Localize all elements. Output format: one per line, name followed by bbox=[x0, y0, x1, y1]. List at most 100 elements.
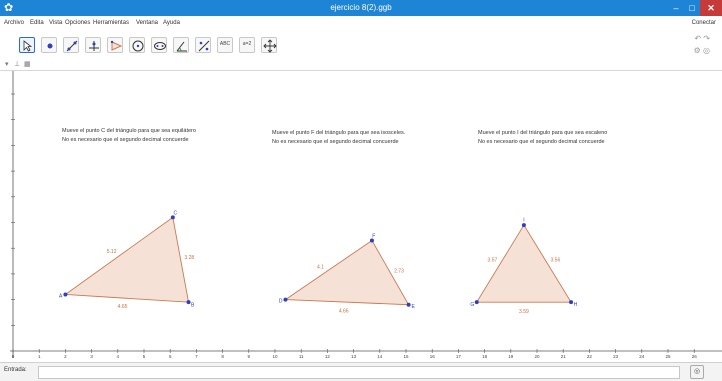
x-tick-label: 24 bbox=[639, 354, 645, 358]
x-tick-label: 4 bbox=[117, 354, 120, 358]
y-ticks: 1234567891011 bbox=[10, 71, 15, 328]
instruction-1: Mueve el punto C del triángulo para que … bbox=[62, 128, 196, 143]
point-label: F bbox=[372, 233, 375, 239]
input-field[interactable] bbox=[38, 366, 680, 379]
side-length-label: 2.73 bbox=[394, 268, 404, 274]
input-label: Entrada: bbox=[4, 367, 27, 373]
triangle-1[interactable]: 4.65 3.28 5.12 A B C bbox=[59, 211, 195, 311]
instruction-3-line2: No es necesario que el segundo decimal c… bbox=[478, 139, 605, 145]
x-tick-label: 20 bbox=[534, 354, 540, 358]
text-icon: ABC bbox=[218, 41, 232, 47]
side-length-label: 4.65 bbox=[118, 304, 128, 310]
close-button[interactable]: ✕ bbox=[700, 0, 722, 16]
toolbar: ABC a=2 bbox=[0, 30, 722, 60]
x-tick-label: 22 bbox=[587, 354, 593, 358]
angle-tool[interactable] bbox=[173, 37, 189, 53]
triangle-3[interactable]: 3.59 3.56 3.57 G H I bbox=[470, 218, 577, 316]
point-G[interactable] bbox=[475, 300, 479, 304]
x-tick-label: 1 bbox=[38, 354, 41, 358]
x-tick-label: 18 bbox=[482, 354, 488, 358]
polygon-tool[interactable] bbox=[107, 37, 123, 53]
slider-icon: a=2 bbox=[240, 41, 254, 47]
menu-archivo[interactable]: Archivo bbox=[4, 19, 24, 27]
point-I[interactable] bbox=[522, 223, 526, 227]
slider-tool[interactable]: a=2 bbox=[239, 37, 255, 53]
point-label: A bbox=[59, 293, 63, 299]
x-tick-label: 15 bbox=[403, 354, 409, 358]
circle-tool[interactable] bbox=[129, 37, 145, 53]
line-tool[interactable] bbox=[63, 37, 79, 53]
polygon-icon bbox=[109, 39, 123, 53]
instruction-3-line1: Mueve el punto I del triángulo para que … bbox=[478, 130, 607, 136]
x-tick-label: 12 bbox=[325, 354, 331, 358]
menu-bar: Archivo Edita Vista Opciones Herramienta… bbox=[0, 17, 722, 29]
point-label: D bbox=[279, 298, 283, 304]
instruction-1-line2: No es necesario que el segundo decimal c… bbox=[62, 137, 189, 143]
side-length-label: 4.1 bbox=[317, 264, 324, 270]
style-arrow-icon[interactable]: ▾ bbox=[5, 60, 9, 70]
grid-icon[interactable]: ▦ bbox=[24, 60, 31, 70]
side-length-label: 3.56 bbox=[551, 257, 561, 263]
point-H[interactable] bbox=[569, 300, 573, 304]
x-tick-label: 14 bbox=[377, 354, 383, 358]
connect-link[interactable]: Conectar bbox=[692, 19, 716, 27]
window-title: ejercicio 8(2).ggb bbox=[0, 2, 722, 14]
triangle-polygon[interactable] bbox=[285, 240, 408, 304]
input-bar: Entrada: ◎ bbox=[0, 362, 722, 381]
minimize-button[interactable]: – bbox=[668, 0, 684, 16]
triangle-polygon[interactable] bbox=[65, 217, 188, 302]
point-icon bbox=[43, 39, 57, 53]
point-tool[interactable] bbox=[41, 37, 57, 53]
move-tool[interactable] bbox=[19, 37, 35, 53]
point-D[interactable] bbox=[283, 298, 287, 302]
graphics-view[interactable]: 0123456789101112131415161718192021222324… bbox=[10, 71, 722, 358]
side-length-label: 3.28 bbox=[184, 255, 194, 261]
x-tick-label: 8 bbox=[221, 354, 224, 358]
menu-opciones[interactable]: Opciones bbox=[65, 19, 90, 27]
circle-icon bbox=[131, 39, 145, 53]
instruction-1-line1: Mueve el punto C del triángulo para que … bbox=[62, 128, 196, 134]
x-tick-label: 5 bbox=[143, 354, 146, 358]
point-label: B bbox=[191, 302, 195, 308]
side-length-label: 3.59 bbox=[519, 309, 529, 315]
point-label: G bbox=[470, 302, 474, 308]
x-tick-label: 9 bbox=[248, 354, 251, 358]
x-tick-label: 19 bbox=[508, 354, 514, 358]
line-icon bbox=[65, 39, 79, 53]
reflect-tool[interactable] bbox=[195, 37, 211, 53]
triangle-2[interactable]: 4.662.734.1DEF bbox=[279, 233, 416, 314]
angle-icon bbox=[175, 39, 189, 53]
x-tick-label: 3 bbox=[90, 354, 93, 358]
reflect-icon bbox=[197, 39, 211, 53]
point-label: H bbox=[574, 302, 578, 308]
side-length-label: 5.12 bbox=[107, 249, 117, 255]
help-settings-icon[interactable]: ⚙ ◎ bbox=[694, 46, 710, 55]
menu-herramientas[interactable]: Herramientas bbox=[93, 19, 129, 27]
x-tick-label: 11 bbox=[299, 354, 304, 358]
point-B[interactable] bbox=[187, 300, 191, 304]
instruction-3: Mueve el punto I del triángulo para que … bbox=[478, 130, 607, 145]
menu-ayuda[interactable]: Ayuda bbox=[163, 19, 180, 27]
conic-tool[interactable] bbox=[151, 37, 167, 53]
x-tick-label: 21 bbox=[561, 354, 567, 358]
perpendicular-tool[interactable] bbox=[85, 37, 101, 53]
instruction-2-line2: No es necesario que el segundo decimal c… bbox=[272, 139, 399, 145]
undo-redo-icon[interactable]: ↶ ↷ bbox=[694, 34, 710, 43]
move-view-tool[interactable] bbox=[261, 37, 277, 53]
menu-vista[interactable]: Vista bbox=[49, 19, 62, 27]
x-tick-label: 10 bbox=[272, 354, 278, 358]
point-A[interactable] bbox=[63, 292, 67, 296]
point-E[interactable] bbox=[407, 303, 411, 307]
menu-edita[interactable]: Edita bbox=[30, 19, 44, 27]
axes-icon[interactable]: ⊥ bbox=[14, 60, 20, 70]
triangle-polygon[interactable] bbox=[477, 225, 571, 302]
point-label: E bbox=[412, 304, 416, 310]
point-label: I bbox=[523, 218, 524, 224]
text-tool[interactable]: ABC bbox=[217, 37, 233, 53]
input-help-icon[interactable]: ◎ bbox=[690, 365, 704, 379]
side-length-label: 3.57 bbox=[488, 257, 498, 263]
point-label: C bbox=[173, 211, 177, 217]
menu-ventana[interactable]: Ventana bbox=[136, 19, 158, 27]
move-view-icon bbox=[263, 39, 277, 53]
maximize-button[interactable]: □ bbox=[684, 0, 700, 16]
